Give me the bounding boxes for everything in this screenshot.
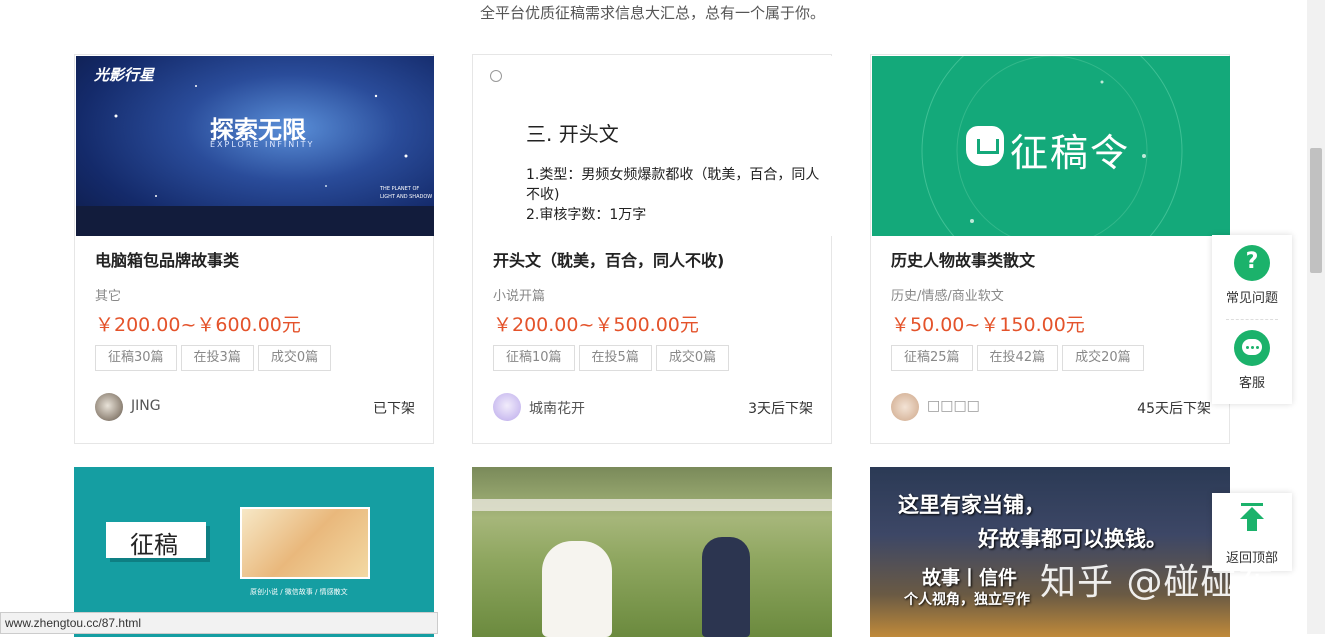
card-tags: 征稿30篇 在投3篇 成交0篇 [95, 345, 332, 371]
illustration [240, 507, 370, 579]
chat-icon [1234, 330, 1270, 366]
avatar[interactable] [891, 393, 919, 421]
tag-solicit: 征稿25篇 [891, 345, 973, 371]
photo-figure-bride [542, 541, 612, 637]
card-image-brand: 光影行星 [94, 66, 155, 84]
listing-card[interactable]: 光影行星 探索无限 EXPLORE INFINITY THE PLANET OF… [74, 54, 434, 444]
avatar[interactable] [95, 393, 123, 421]
user-name[interactable]: □□□□ [927, 398, 980, 414]
tag-deal: 成交20篇 [1062, 345, 1144, 371]
scrollbar-thumb[interactable] [1310, 148, 1322, 273]
card-image-heading: 三. 开头文 [526, 122, 619, 146]
tag-submitted: 在投5篇 [578, 345, 652, 371]
card-title[interactable]: 历史人物故事类散文 [891, 247, 1035, 271]
card-image-line4: 个人视角，独立写作 [904, 592, 1030, 608]
listing-card-image[interactable] [472, 467, 832, 637]
card-image[interactable]: 三. 开头文 1.类型：男频女频爆款都收（耽美，百合，同人不收) 2.审核字数：… [474, 56, 832, 236]
card-category: 历史/情感/商业软文 [891, 289, 1004, 304]
tag-solicit: 征稿10篇 [493, 345, 575, 371]
listing-status: 3天后下架 [748, 401, 813, 417]
card-price: ￥200.00~￥600.00元 [95, 314, 301, 336]
card-image-logo-text: 征稿令 [1010, 131, 1131, 175]
fence [472, 499, 832, 511]
section-subtitle: 全平台优质征稿需求信息大汇总，总有一个属于你。 [479, 4, 825, 22]
listing-card[interactable]: 三. 开头文 1.类型：男频女频爆款都收（耽美，百合，同人不收) 2.审核字数：… [472, 54, 832, 444]
card-tags: 征稿25篇 在投42篇 成交20篇 [891, 345, 1144, 371]
card-image-line1: 这里有家当铺， [898, 493, 1045, 517]
watermark: 知乎 @碰碰车 [1040, 562, 1275, 603]
tag-submitted: 在投3篇 [180, 345, 254, 371]
listing-status: 已下架 [373, 401, 415, 417]
tag-deal: 成交0篇 [655, 345, 730, 371]
card-price: ￥200.00~￥500.00元 [493, 314, 699, 336]
arrow-up-icon [1212, 493, 1292, 533]
service-label: 客服 [1238, 376, 1265, 391]
card-tags: 征稿10篇 在投5篇 成交0篇 [493, 345, 730, 371]
card-image-tagline1: THE PLANET OF [380, 186, 420, 192]
scrollbar-track[interactable] [1307, 0, 1325, 634]
card-title[interactable]: 开头文（耽美，百合，同人不收) [493, 247, 724, 271]
floating-help-panel: ? 常见问题 客服 [1212, 235, 1292, 404]
card-category: 其它 [95, 289, 122, 304]
avatar[interactable] [493, 393, 521, 421]
card-image-line2: 好故事都可以换钱。 [978, 527, 1167, 551]
card-image-line1: 1.类型：男频女频爆款都收（耽美，百合，同人不收) [526, 167, 820, 203]
menu-icon [490, 70, 502, 82]
card-image-line3: 故事丨信件 [922, 567, 1018, 589]
card-image-tagline2: LIGHT AND SHADOW [380, 194, 433, 200]
user-name[interactable]: 城南花开 [529, 398, 585, 418]
listing-card[interactable]: 征稿令 历史人物故事类散文 历史/情感/商业软文 ￥50.00~￥150.00元… [870, 54, 1230, 444]
tag-submitted: 在投42篇 [976, 345, 1059, 371]
divider [1226, 319, 1278, 320]
tag-deal: 成交0篇 [257, 345, 332, 371]
faq-button[interactable]: ? 常见问题 [1212, 245, 1292, 306]
photo-figure-groom [702, 537, 750, 637]
card-image[interactable]: 光影行星 探索无限 EXPLORE INFINITY THE PLANET OF… [76, 56, 434, 236]
card-title[interactable]: 电脑箱包品牌故事类 [95, 247, 239, 271]
listing-status: 45天后下架 [1137, 401, 1211, 417]
status-bar-url: www.zhengtou.cc/87.html [0, 612, 438, 634]
question-icon: ? [1234, 245, 1270, 281]
card-image[interactable]: 征稿令 [872, 56, 1230, 236]
customer-service-button[interactable]: 客服 [1212, 330, 1292, 391]
listing-card-image[interactable]: 这里有家当铺， 好故事都可以换钱。 故事丨信件 个人视角，独立写作 [870, 467, 1230, 637]
faq-label: 常见问题 [1225, 291, 1278, 306]
card-image-badge: 征稿 [130, 531, 178, 559]
tag-solicit: 征稿30篇 [95, 345, 177, 371]
card-image-sub: EXPLORE INFINITY [210, 140, 315, 149]
card-image-caption: 原创小说 / 微信故事 / 情感散文 [250, 588, 348, 596]
card-image-line2: 2.审核字数：1万字 [526, 207, 647, 223]
seal-icon [966, 126, 1004, 166]
user-name[interactable]: JING [131, 398, 161, 414]
card-category: 小说开篇 [493, 289, 546, 304]
card-price: ￥50.00~￥150.00元 [891, 314, 1085, 336]
